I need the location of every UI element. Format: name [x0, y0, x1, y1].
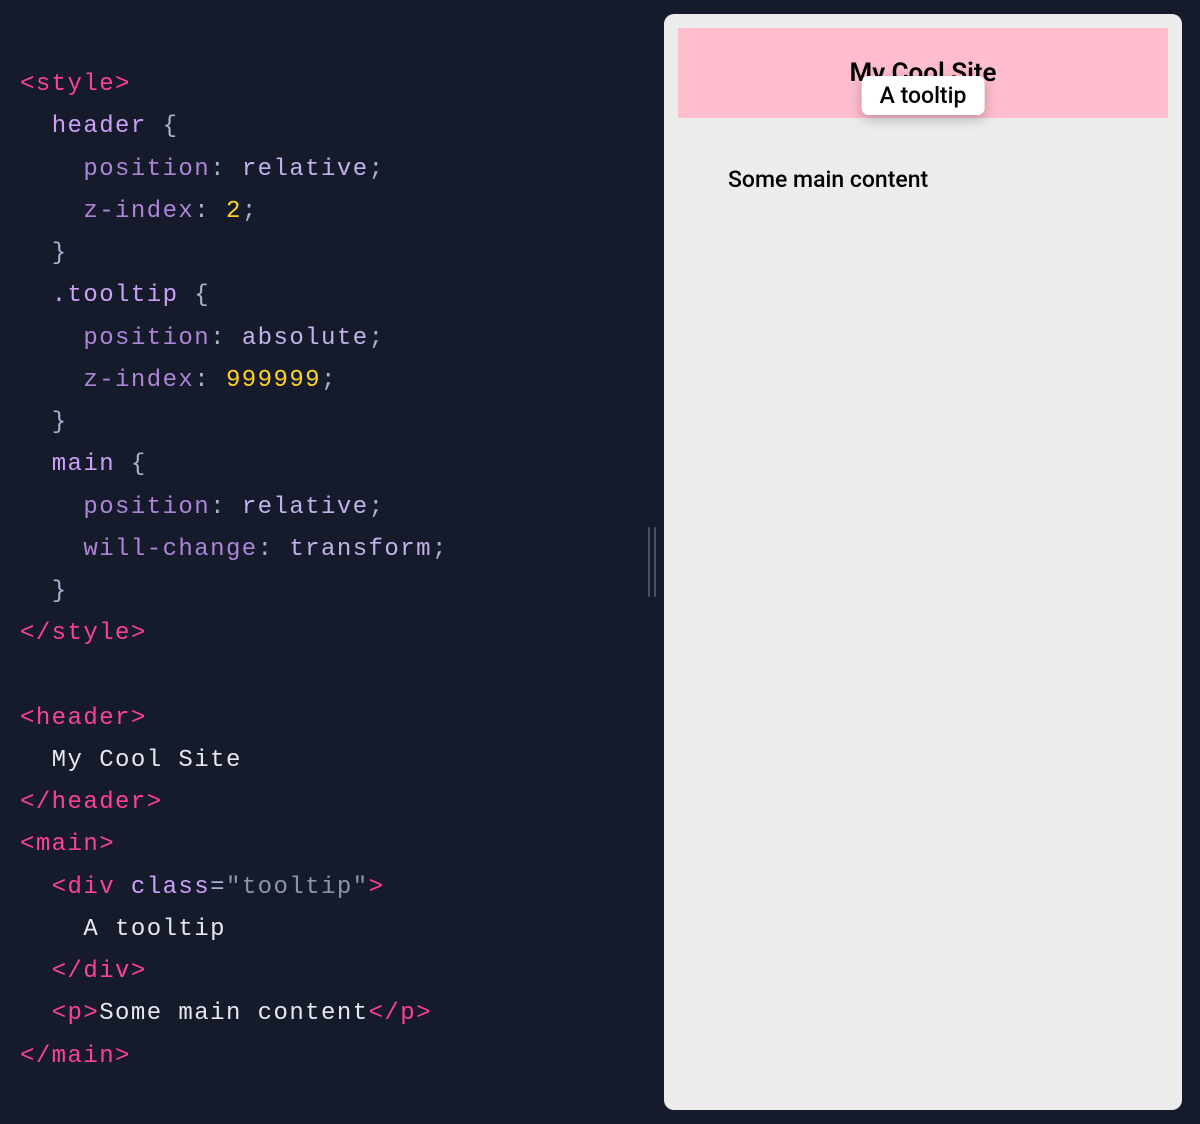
header-close-tag: </header>: [20, 789, 163, 816]
selector-tooltip: .tooltip: [52, 282, 179, 309]
selector-header: header: [52, 113, 147, 140]
preview-paragraph: Some main content: [678, 118, 1168, 193]
preview-main: A tooltip Some main content: [678, 118, 1168, 193]
header-text-content: My Cool Site: [20, 747, 242, 774]
drag-handle-icon: [648, 527, 656, 597]
code-pane: <style> header { position: relative; z-i…: [0, 0, 640, 1124]
main-close-tag: </main>: [20, 1043, 131, 1070]
selector-main: main: [52, 451, 115, 478]
main-open-tag: <main>: [20, 831, 115, 858]
preview-pane: My Cool Site A tooltip Some main content: [664, 0, 1200, 1124]
preview-tooltip: A tooltip: [862, 76, 985, 115]
preview-window: My Cool Site A tooltip Some main content: [664, 14, 1182, 1110]
header-open-tag: <header>: [20, 705, 147, 732]
style-open-tag: <style>: [20, 71, 131, 98]
pane-divider[interactable]: [640, 0, 664, 1124]
style-close-tag: </style>: [20, 620, 147, 647]
